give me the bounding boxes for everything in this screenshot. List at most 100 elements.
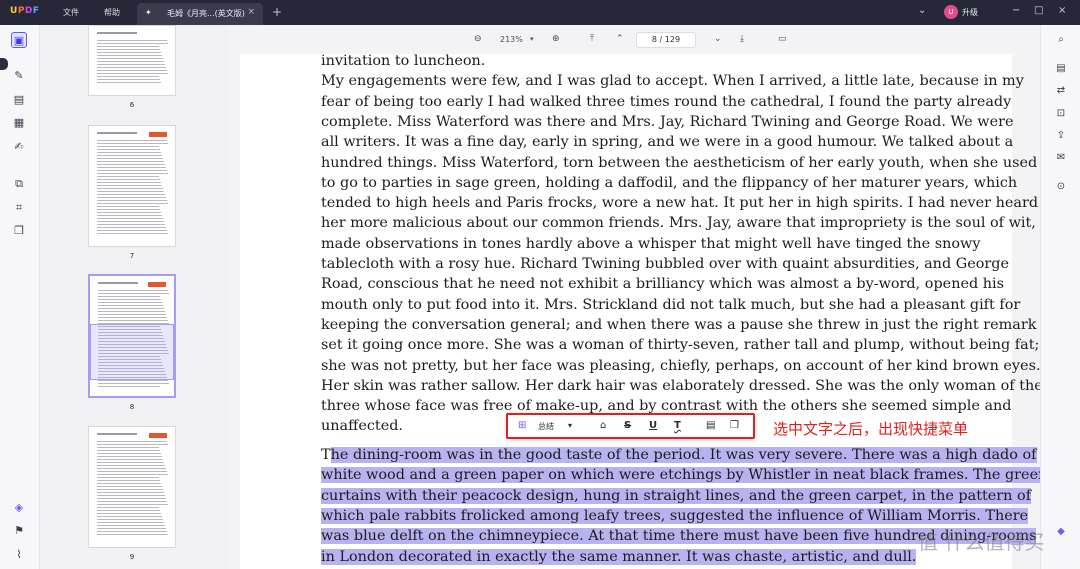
thumbnail-text-line bbox=[97, 456, 162, 457]
highlighted-line[interactable]: The dining-room was in the good taste of… bbox=[321, 445, 1037, 465]
bookmark-icon[interactable]: ⚑ bbox=[11, 523, 27, 539]
summary-button[interactable]: 总结 bbox=[538, 421, 554, 432]
thumbnail-text-line bbox=[97, 531, 167, 532]
attachment-icon[interactable]: ⌇ bbox=[11, 547, 27, 563]
crop-icon[interactable]: ⌗ bbox=[11, 200, 27, 216]
document-tab[interactable]: ✦ 毛姆《月亮...(英文版) × bbox=[137, 3, 263, 25]
email-icon[interactable]: ✉ bbox=[1054, 151, 1068, 165]
convert-icon[interactable]: ⇄ bbox=[1054, 84, 1068, 98]
share-icon[interactable]: ⇪ bbox=[1054, 129, 1068, 143]
thumbnail-logo bbox=[149, 433, 167, 438]
strikethrough-icon[interactable]: S bbox=[624, 420, 631, 431]
upgrade-button[interactable]: 升级 bbox=[962, 7, 978, 18]
thumbnail-text-line bbox=[97, 230, 167, 231]
edit-pdf-icon[interactable]: ▤ bbox=[11, 92, 27, 108]
thumbnail-text-line bbox=[98, 299, 161, 300]
thumbnail-text-line bbox=[97, 513, 161, 514]
thumbnail-text-line bbox=[97, 495, 165, 496]
zoom-in-icon[interactable]: ⊕ bbox=[552, 34, 560, 44]
thumbnail-text-line bbox=[97, 525, 165, 526]
close-window-button[interactable]: × bbox=[1058, 5, 1066, 16]
thumbnail-text-line bbox=[97, 70, 167, 71]
right-toolbar: ⌕ ▤ ⇄ ⊡ ⇪ ✉ ⊙ ◆ bbox=[1040, 25, 1080, 569]
form-icon[interactable]: ▦ bbox=[11, 115, 27, 131]
thumbnail-text-line bbox=[97, 516, 162, 517]
selected-text[interactable]: curtains with their peacock design, hung… bbox=[321, 487, 1032, 504]
thumbnail-text-line bbox=[97, 486, 162, 487]
summary-dropdown-icon[interactable]: ▾ bbox=[568, 421, 572, 430]
panel-toggle[interactable] bbox=[0, 58, 8, 70]
reader-icon[interactable]: ▣ bbox=[11, 32, 27, 48]
menu-help[interactable]: 帮助 bbox=[104, 7, 120, 18]
ai-summary-icon[interactable]: ⊞ bbox=[518, 420, 526, 431]
thumbnail-text-line bbox=[97, 224, 165, 225]
updf-logo: UPDF bbox=[10, 6, 40, 16]
maximize-button[interactable]: □ bbox=[1034, 5, 1043, 16]
previous-page-icon[interactable]: ⌃ bbox=[616, 34, 624, 44]
comment-tool-icon[interactable]: ✎ bbox=[11, 68, 27, 84]
first-page-icon[interactable]: ⤒ bbox=[590, 34, 594, 44]
menu-file[interactable]: 文件 bbox=[63, 7, 79, 18]
save-icon[interactable]: ⊙ bbox=[1054, 180, 1068, 194]
ai-assistant-icon[interactable]: ◆ bbox=[1054, 525, 1068, 539]
thumbnail-text-line bbox=[97, 52, 161, 53]
new-tab-button[interactable]: + bbox=[272, 5, 282, 19]
thumbnail-page-9[interactable] bbox=[88, 426, 176, 548]
highlight-icon[interactable]: ⌂ bbox=[600, 420, 606, 431]
thumbnail-page-7[interactable] bbox=[88, 125, 176, 247]
thumbnail-header bbox=[97, 433, 137, 435]
protect-icon[interactable]: ⊡ bbox=[1054, 107, 1068, 121]
thumbnail-text-line bbox=[98, 311, 165, 312]
thumbnail-text-line bbox=[97, 465, 165, 466]
thumbnail-text-line bbox=[98, 386, 160, 387]
thumbnail-text-line bbox=[97, 477, 159, 478]
watermark: 值 什么值得买 bbox=[918, 530, 1045, 554]
next-page-icon[interactable]: ⌄ bbox=[714, 34, 722, 44]
copy-icon[interactable]: ❐ bbox=[730, 420, 739, 431]
thumbnail-header bbox=[97, 32, 137, 34]
comment-icon[interactable]: ▤ bbox=[706, 420, 715, 431]
ocr-icon[interactable]: ▤ bbox=[1054, 62, 1068, 76]
selected-text[interactable]: in London decorated in exactly the same … bbox=[321, 548, 917, 565]
highlighted-line[interactable]: was blue delft on the chimneypiece. At t… bbox=[321, 526, 1037, 546]
thumbnail-text-line bbox=[97, 176, 159, 177]
thumbnail-text-line bbox=[97, 471, 167, 472]
selected-text[interactable]: he dining-room was in the good taste of … bbox=[330, 447, 1037, 463]
highlighted-line[interactable]: white wood and a green paper on which we… bbox=[321, 465, 1048, 485]
squiggly-icon[interactable]: T bbox=[674, 420, 681, 431]
thumbnail-text-line bbox=[97, 441, 167, 442]
selected-text[interactable]: which pale rabbits frolicked among leafy… bbox=[321, 507, 1029, 524]
sign-icon[interactable]: ✍ bbox=[11, 139, 27, 155]
tab-title: 毛姆《月亮...(英文版) bbox=[167, 9, 245, 18]
thumbnail-logo bbox=[148, 282, 166, 287]
layers-icon[interactable]: ◈ bbox=[11, 500, 27, 516]
highlighted-line[interactable]: in London decorated in exactly the same … bbox=[321, 547, 941, 567]
selected-text[interactable]: white wood and a green paper on which we… bbox=[321, 467, 1048, 484]
presentation-icon[interactable]: ▭ bbox=[778, 34, 787, 44]
zoom-out-icon[interactable]: ⊖ bbox=[474, 34, 482, 44]
thumbnail-page-8[interactable] bbox=[88, 274, 176, 398]
thumbnail-page-6[interactable] bbox=[88, 25, 176, 96]
search-icon[interactable]: ⌕ bbox=[1054, 33, 1068, 47]
organize-pages-icon[interactable]: ⧉ bbox=[11, 176, 27, 192]
tab-close-icon[interactable]: × bbox=[247, 7, 255, 17]
current-page: 8 bbox=[651, 35, 657, 44]
zoom-level[interactable]: 213% bbox=[500, 35, 523, 44]
thumbnail-text-line bbox=[97, 468, 166, 469]
pages-icon[interactable]: ❐ bbox=[11, 223, 27, 239]
thumbnail-text-line bbox=[97, 215, 162, 216]
highlighted-line[interactable]: which pale rabbits frolicked among leafy… bbox=[321, 506, 1029, 526]
last-page-icon[interactable]: ⤓ bbox=[740, 34, 744, 44]
thumbnail-text-line bbox=[97, 58, 163, 59]
document-line: tended to high heels and Paris frocks, w… bbox=[321, 195, 1039, 212]
page-number-input[interactable]: 8 / 129 bbox=[636, 32, 696, 48]
minimize-button[interactable]: − bbox=[1012, 5, 1020, 16]
thumbnail-text-line bbox=[97, 447, 159, 448]
avatar[interactable]: U bbox=[944, 5, 958, 19]
highlighted-line[interactable]: curtains with their peacock design, hung… bbox=[321, 486, 1032, 506]
underline-icon[interactable]: U bbox=[649, 420, 657, 431]
thumbnail-text-line bbox=[97, 146, 159, 147]
zoom-dropdown-icon[interactable]: ▾ bbox=[530, 35, 534, 43]
chevron-down-icon[interactable]: ⌄ bbox=[918, 5, 926, 16]
thumbnail-text-line bbox=[97, 194, 165, 195]
